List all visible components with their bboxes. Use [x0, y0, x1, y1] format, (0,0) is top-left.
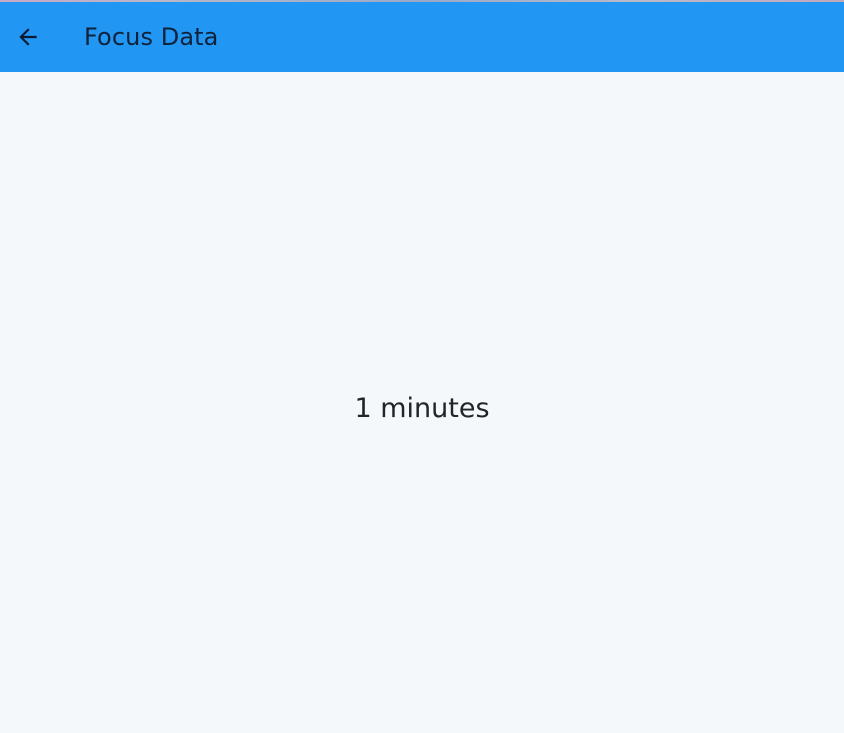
page-title: Focus Data	[84, 23, 219, 51]
focus-time-text: 1 minutes	[354, 393, 490, 424]
main-content: 1 minutes	[0, 72, 844, 733]
arrow-left-icon	[15, 24, 41, 50]
app-bar: Focus Data	[0, 2, 844, 72]
back-button[interactable]	[0, 2, 56, 72]
app-screen: Focus Data 1 minutes	[0, 0, 844, 733]
